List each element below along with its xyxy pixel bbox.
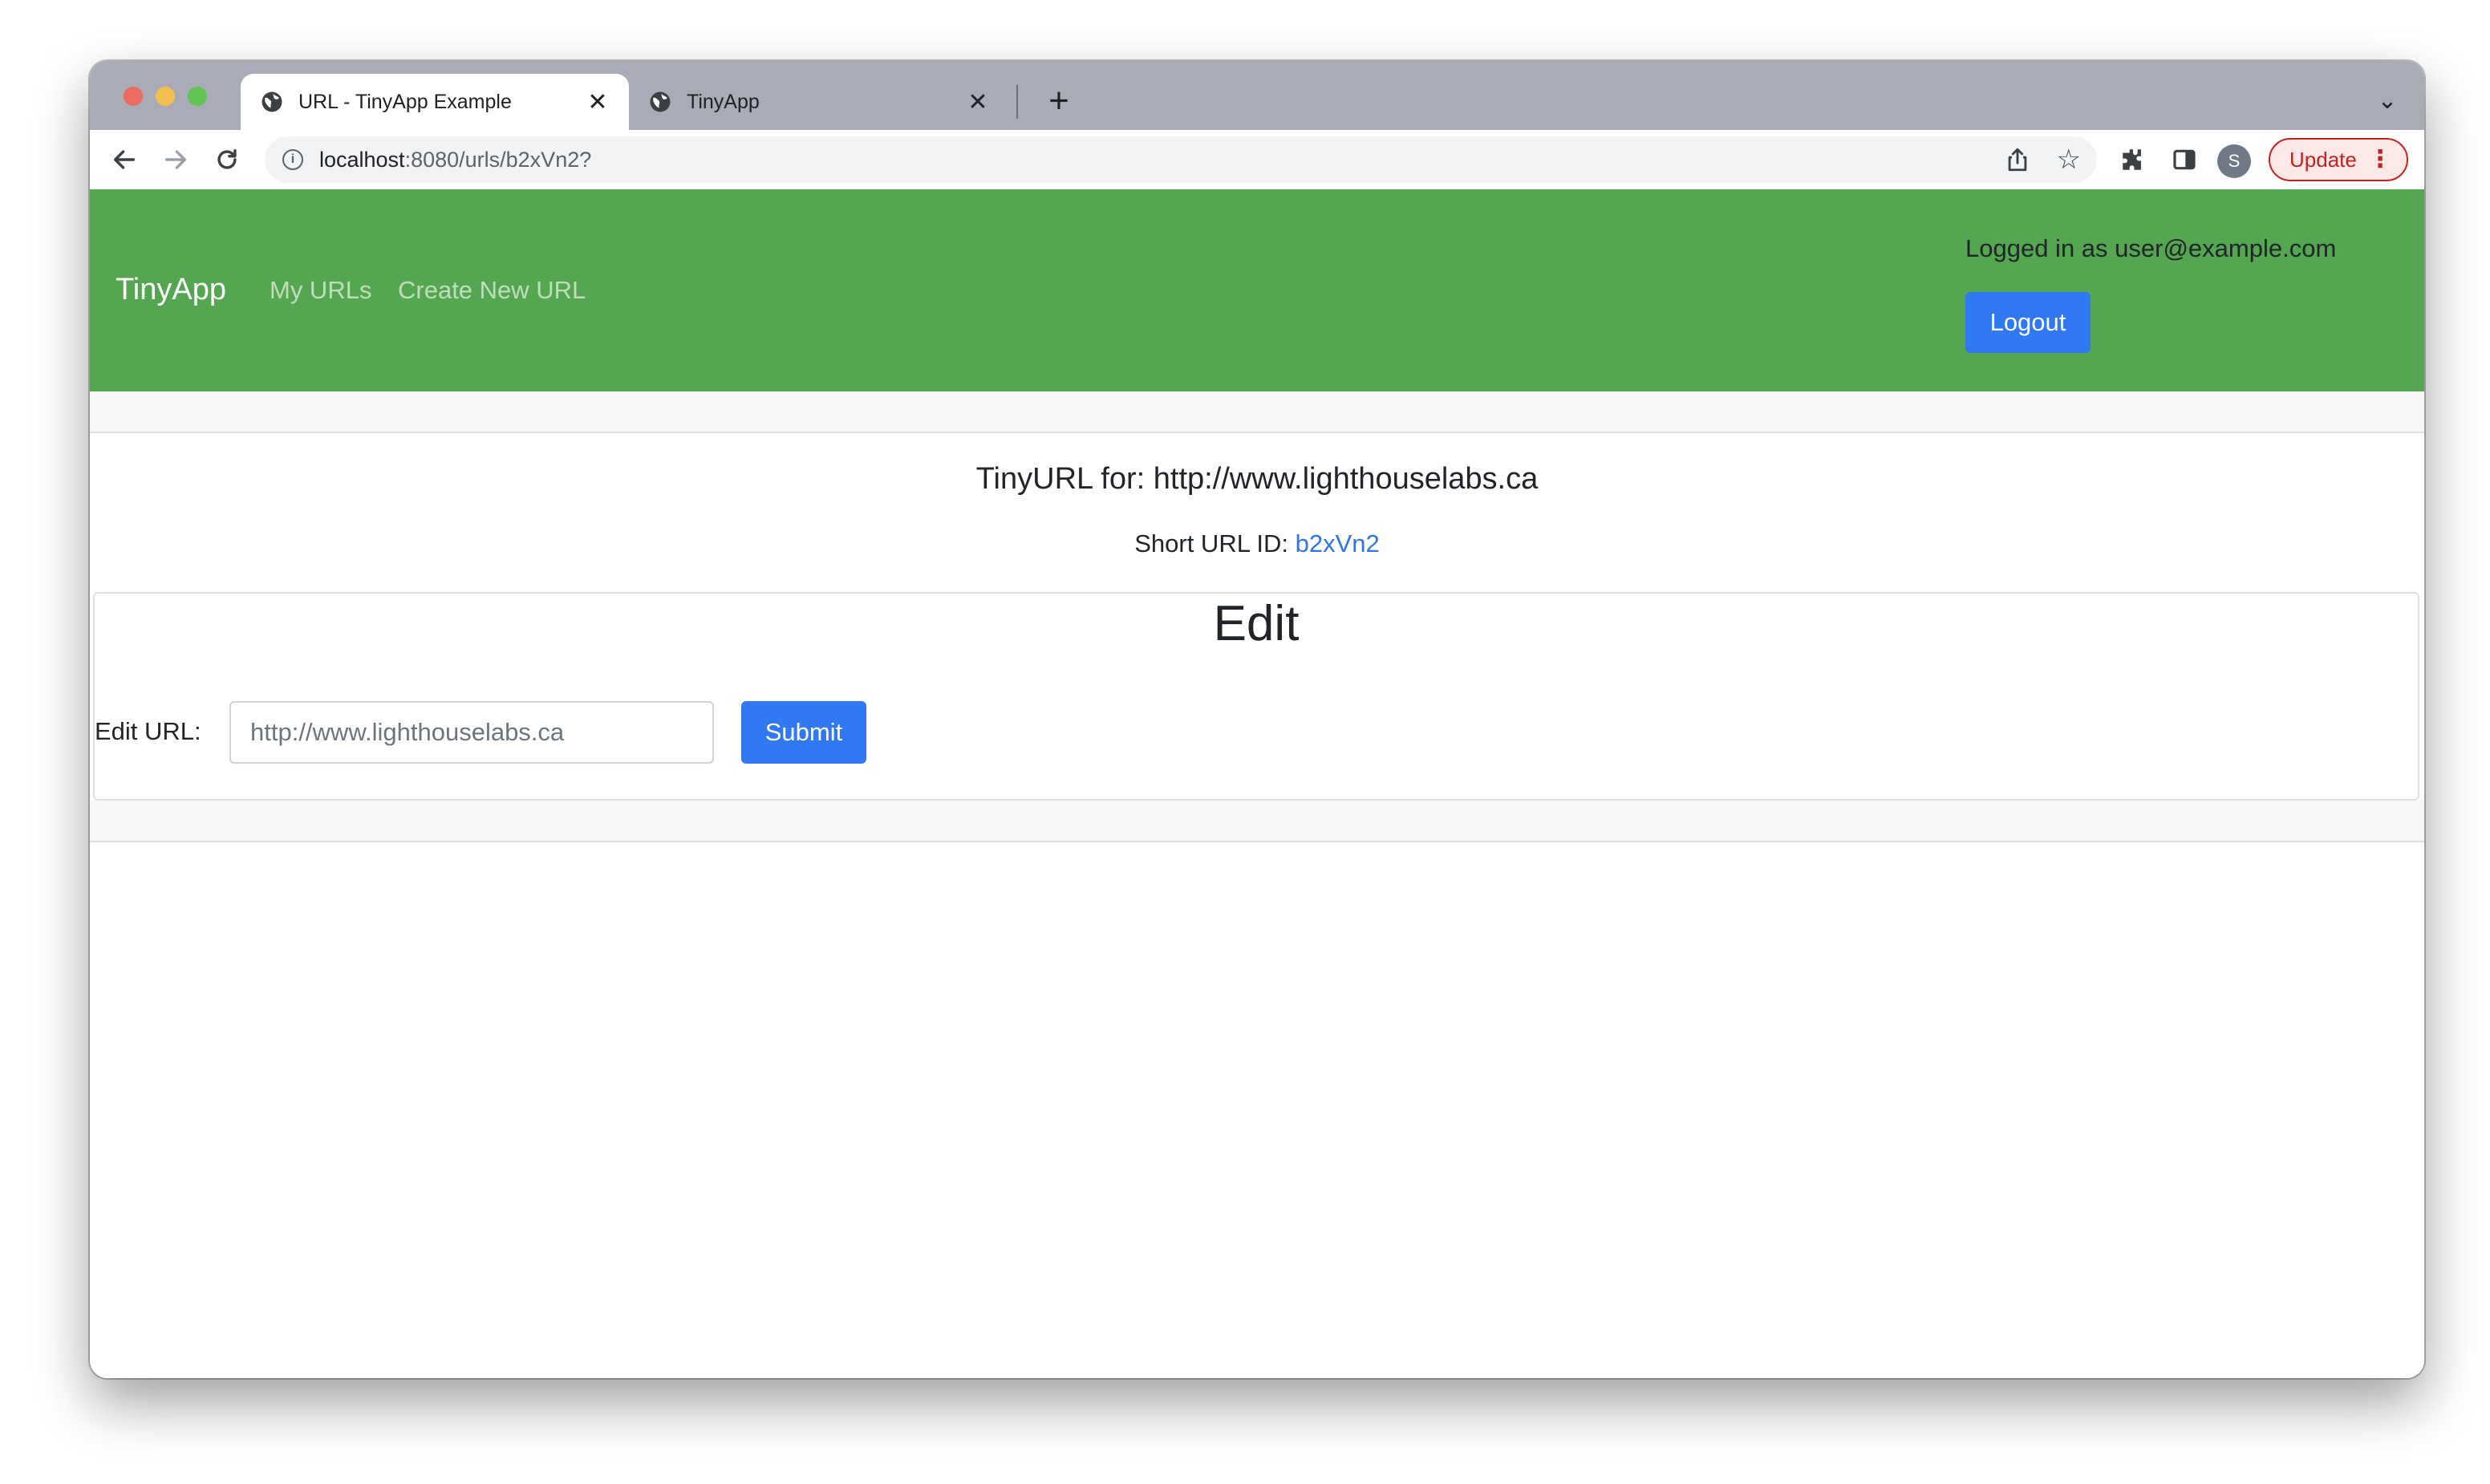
side-panel-icon[interactable]	[2164, 140, 2204, 180]
tab-title: URL - TinyApp Example	[298, 90, 512, 113]
maximize-window-button[interactable]	[188, 87, 207, 106]
nav-link-create-new-url[interactable]: Create New URL	[398, 276, 586, 305]
edit-card: Edit Edit URL: Submit	[93, 592, 2419, 801]
edit-heading: Edit	[1213, 596, 1300, 651]
browser-toolbar: i localhost:8080/urls/b2xVn2? ☆ S Update…	[90, 130, 2424, 191]
address-host: localhost	[319, 148, 405, 172]
new-tab-button[interactable]: +	[1036, 79, 1081, 124]
tab-separator	[1016, 85, 1018, 119]
tab-close-icon[interactable]: ✕	[966, 88, 990, 116]
page-title: TinyURL for: http://www.lighthouselabs.c…	[975, 462, 1539, 496]
extensions-icon[interactable]	[2113, 140, 2153, 180]
short-url-id-label: Short URL ID:	[1134, 529, 1296, 558]
update-button[interactable]: Update ⋮	[2269, 138, 2408, 181]
globe-icon	[262, 91, 282, 112]
logged-in-text: Logged in as user@example.com	[1965, 234, 2337, 262]
brand-link[interactable]: TinyApp	[116, 273, 226, 307]
logout-button[interactable]: Logout	[1965, 292, 2091, 353]
card-footer-band	[90, 801, 2424, 842]
app-navbar: TinyApp My URLs Create New URL Logged in…	[90, 189, 2424, 391]
tab-close-icon[interactable]: ✕	[586, 88, 610, 116]
tab-strip: URL - TinyApp Example ✕ TinyApp ✕ + ⌄	[90, 61, 2424, 130]
short-url-id-line: Short URL ID: b2xVn2	[90, 529, 2424, 558]
update-label: Update	[2289, 148, 2357, 172]
minimize-window-button[interactable]	[156, 87, 175, 106]
address-bar[interactable]: i localhost:8080/urls/b2xVn2? ☆	[265, 136, 2097, 183]
edit-url-label: Edit URL:	[95, 717, 201, 745]
short-url-id-link[interactable]: b2xVn2	[1296, 529, 1380, 558]
forward-arrow-icon[interactable]	[154, 138, 197, 181]
tab-tinyapp[interactable]: TinyApp ✕	[629, 74, 1009, 130]
star-icon[interactable]: ☆	[2057, 143, 2081, 176]
globe-icon	[650, 91, 671, 112]
edit-url-input[interactable]	[229, 701, 714, 764]
address-path: :8080/urls/b2xVn2?	[404, 148, 592, 172]
page-viewport: TinyApp My URLs Create New URL Logged in…	[90, 189, 2424, 1378]
back-arrow-icon[interactable]	[103, 138, 146, 181]
submit-button[interactable]: Submit	[741, 701, 866, 764]
close-window-button[interactable]	[124, 87, 143, 106]
browser-window: URL - TinyApp Example ✕ TinyApp ✕ + ⌄ i …	[90, 61, 2424, 1378]
card-header-band	[90, 391, 2424, 433]
nav-link-my-urls[interactable]: My URLs	[270, 276, 371, 305]
info-icon[interactable]: i	[282, 149, 303, 170]
reload-icon[interactable]	[205, 138, 249, 181]
profile-avatar[interactable]: S	[2217, 144, 2251, 178]
tab-search-chevron-icon[interactable]: ⌄	[2366, 80, 2408, 122]
tab-title: TinyApp	[687, 90, 760, 113]
tab-url-tinyapp[interactable]: URL - TinyApp Example ✕	[241, 74, 629, 130]
kebab-menu-icon[interactable]: ⋮	[2368, 140, 2392, 180]
address-url[interactable]: localhost:8080/urls/b2xVn2?	[319, 136, 591, 183]
share-icon[interactable]	[2004, 146, 2031, 173]
